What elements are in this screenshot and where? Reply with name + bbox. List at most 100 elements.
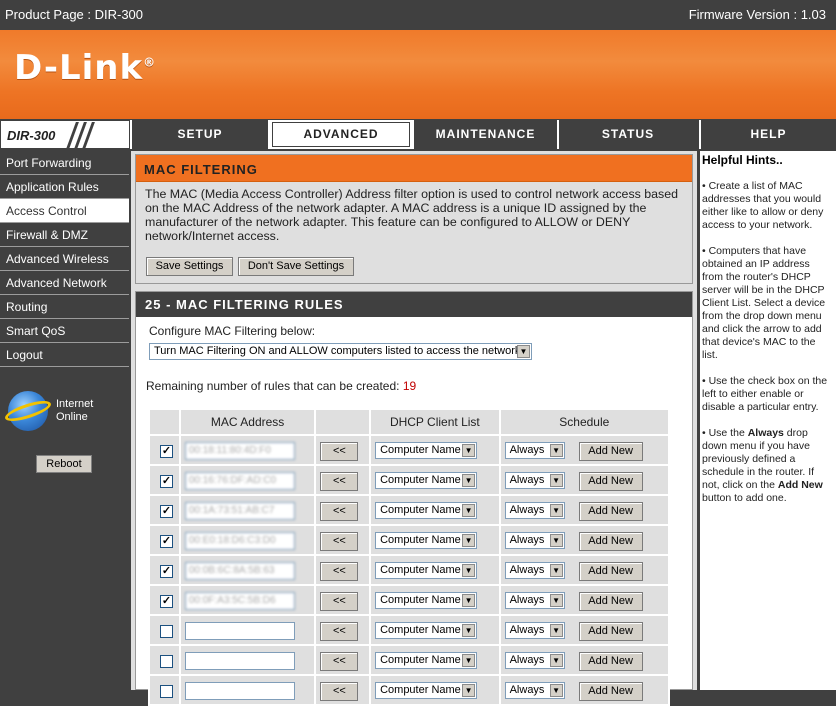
schedule-select[interactable]: Always ▼	[504, 652, 565, 669]
add-new-schedule-button[interactable]: Add New	[578, 532, 643, 551]
enable-checkbox[interactable]	[160, 685, 173, 698]
table-row: ✓ 00:1A:73:51:AB:C7 << Computer Name ▼ Always…	[148, 494, 671, 526]
tab-maintenance[interactable]: MAINTENANCE	[412, 120, 557, 149]
enable-checkbox[interactable]: ✓	[160, 475, 173, 488]
help-title: Helpful Hints..	[702, 153, 783, 167]
dhcp-client-select[interactable]: Computer Name ▼	[375, 502, 478, 519]
help-hint-2: • Computers that have obtained an IP add…	[702, 245, 826, 361]
configure-label: Configure MAC Filtering below:	[149, 324, 316, 338]
copy-mac-button[interactable]: <<	[320, 502, 359, 521]
copy-mac-button[interactable]: <<	[320, 532, 359, 551]
chevron-down-icon: ▼	[517, 345, 530, 358]
copy-mac-button[interactable]: <<	[320, 472, 359, 491]
help-hint-3: • Use the check box on the left to eithe…	[702, 375, 828, 413]
dhcp-client-select[interactable]: Computer Name ▼	[375, 442, 478, 459]
schedule-select[interactable]: Always ▼	[504, 622, 565, 639]
add-new-schedule-button[interactable]: Add New	[578, 472, 643, 491]
mac-address-input[interactable]: 00:18:11:80:4D:F0	[184, 442, 295, 460]
dhcp-cell: Computer Name ▼	[369, 674, 501, 706]
dhcp-client-select[interactable]: Computer Name ▼	[375, 652, 478, 669]
enable-checkbox[interactable]: ✓	[160, 535, 173, 548]
mac-address-input[interactable]: 00:E0:18:D6:C3:D0	[184, 532, 295, 550]
logo-text: D-Link	[14, 48, 144, 88]
filter-mode-select[interactable]: Turn MAC Filtering ON and ALLOW computer…	[149, 343, 532, 360]
dhcp-client-select[interactable]: Computer Name ▼	[375, 562, 478, 579]
dhcp-client-select[interactable]: Computer Name ▼	[375, 532, 478, 549]
chevron-down-icon: ▼	[462, 684, 476, 697]
add-new-schedule-button[interactable]: Add New	[578, 682, 643, 701]
enable-checkbox[interactable]: ✓	[160, 595, 173, 608]
reboot-button[interactable]: Reboot	[36, 455, 92, 473]
dhcp-client-select[interactable]: Computer Name ▼	[375, 592, 478, 609]
chevron-down-icon: ▼	[462, 504, 476, 517]
add-new-schedule-button[interactable]: Add New	[578, 592, 643, 611]
dhcp-client-value: Computer Name	[380, 564, 461, 576]
schedule-select[interactable]: Always ▼	[504, 592, 565, 609]
enable-checkbox[interactable]: ✓	[160, 505, 173, 518]
tab-setup-label: SETUP	[177, 127, 223, 141]
mac-address-input[interactable]	[184, 682, 295, 700]
enable-cell: ✓	[148, 464, 181, 496]
enable-checkbox[interactable]	[160, 625, 173, 638]
mac-address-input[interactable]: 00:1A:73:51:AB:C7	[184, 502, 295, 520]
add-new-schedule-button[interactable]: Add New	[578, 562, 643, 581]
schedule-select[interactable]: Always ▼	[504, 442, 565, 459]
sidebar-item-firewall-dmz[interactable]: Firewall & DMZ	[0, 223, 129, 247]
chevron-down-icon: ▼	[462, 444, 476, 457]
mac-address-input[interactable]: 00:0F:A3:5C:5B:D6	[184, 592, 295, 610]
schedule-value: Always	[509, 594, 545, 606]
schedule-select[interactable]: Always ▼	[504, 682, 565, 699]
sidebar-item-port-forwarding[interactable]: Port Forwarding	[0, 151, 129, 175]
mac-address-input[interactable]	[184, 622, 295, 640]
copy-mac-button[interactable]: <<	[320, 562, 359, 581]
tab-advanced[interactable]: ADVANCED	[268, 120, 412, 149]
copy-mac-button[interactable]: <<	[320, 652, 359, 671]
dhcp-client-select[interactable]: Computer Name ▼	[375, 682, 478, 699]
sidebar-item-logout[interactable]: Logout	[0, 343, 129, 367]
schedule-select[interactable]: Always ▼	[504, 532, 565, 549]
copy-mac-button[interactable]: <<	[320, 592, 359, 611]
dont-save-settings-button[interactable]: Don't Save Settings	[238, 257, 354, 276]
mac-cell: 00:E0:18:D6:C3:D0	[178, 524, 317, 556]
sidebar-item-routing[interactable]: Routing	[0, 295, 129, 319]
chevron-down-icon: ▼	[462, 474, 476, 487]
copy-mac-button[interactable]: <<	[320, 442, 359, 461]
mac-address-input[interactable]: 00:0B:6C:8A:5B:63	[184, 562, 295, 580]
tab-setup[interactable]: SETUP	[130, 120, 268, 149]
add-new-schedule-button[interactable]: Add New	[578, 652, 643, 671]
tab-help[interactable]: HELP	[699, 120, 836, 149]
schedule-value: Always	[509, 564, 545, 576]
save-settings-button[interactable]: Save Settings	[146, 257, 233, 276]
enable-checkbox[interactable]: ✓	[160, 445, 173, 458]
dhcp-client-select[interactable]: Computer Name ▼	[375, 472, 478, 489]
sidebar-item-access-control[interactable]: Access Control	[0, 199, 129, 223]
enable-checkbox[interactable]	[160, 655, 173, 668]
mac-address-input[interactable]	[184, 652, 295, 670]
schedule-select[interactable]: Always ▼	[504, 562, 565, 579]
mac-rules-table: MAC Address DHCP Client List Schedule ✓ 0…	[148, 408, 671, 706]
hint4-text-c: button to add one.	[702, 492, 787, 504]
table-row: ✓ 00:0B:6C:8A:5B:63 << Computer Name ▼ Always…	[148, 554, 671, 586]
sidebar: Port Forwarding Application Rules Access…	[0, 151, 129, 690]
dhcp-client-select[interactable]: Computer Name ▼	[375, 622, 478, 639]
schedule-select[interactable]: Always ▼	[504, 472, 565, 489]
add-new-schedule-button[interactable]: Add New	[578, 502, 643, 521]
sidebar-item-smart-qos[interactable]: Smart QoS	[0, 319, 129, 343]
enable-checkbox[interactable]: ✓	[160, 565, 173, 578]
tab-status[interactable]: STATUS	[557, 120, 697, 149]
schedule-select[interactable]: Always ▼	[504, 502, 565, 519]
sidebar-item-application-rules[interactable]: Application Rules	[0, 175, 129, 199]
sidebar-item-advanced-wireless[interactable]: Advanced Wireless	[0, 247, 129, 271]
schedule-cell: Always ▼ Add New	[498, 494, 671, 526]
add-new-schedule-button[interactable]: Add New	[578, 442, 643, 461]
copy-mac-button[interactable]: <<	[320, 682, 359, 701]
sidebar-item-advanced-network[interactable]: Advanced Network	[0, 271, 129, 295]
add-new-schedule-button[interactable]: Add New	[578, 622, 643, 641]
dhcp-client-value: Computer Name	[380, 444, 461, 456]
schedule-cell: Always ▼ Add New	[498, 584, 671, 616]
enable-cell	[148, 614, 181, 646]
copy-cell: <<	[314, 464, 372, 496]
dhcp-cell: Computer Name ▼	[369, 554, 501, 586]
copy-mac-button[interactable]: <<	[320, 622, 359, 641]
mac-address-input[interactable]: 00:16:76:DF:AD:C0	[184, 472, 295, 490]
